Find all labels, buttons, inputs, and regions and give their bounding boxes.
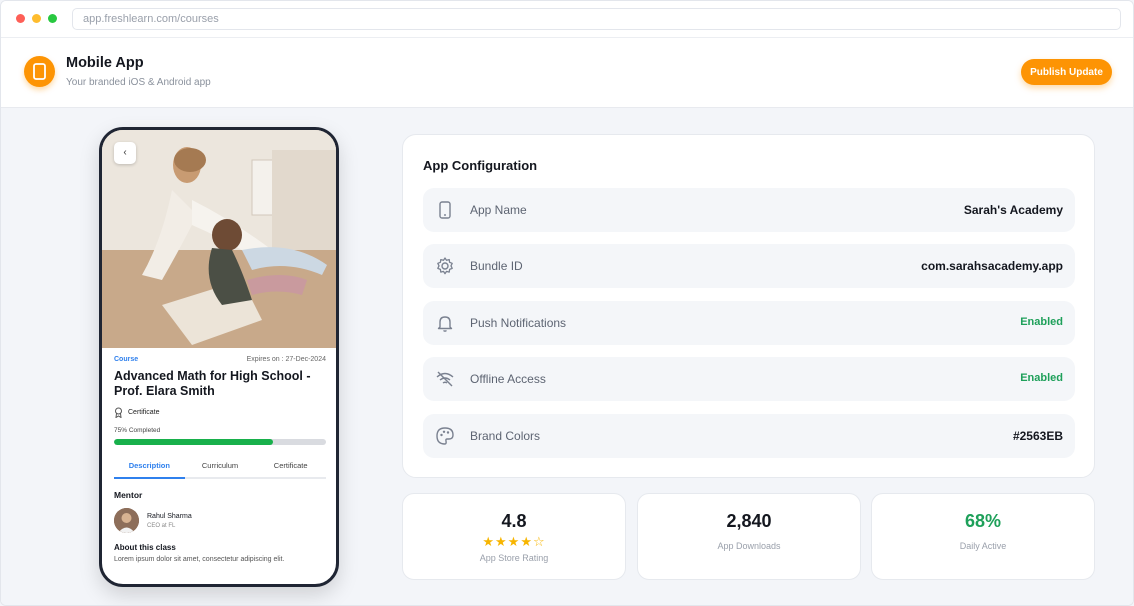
bell-icon (435, 313, 455, 333)
stat-card-rating: 4.8 ★★★★☆ App Store Rating (402, 493, 626, 580)
certificate-badge: Certificate (114, 407, 326, 418)
config-title: App Configuration (423, 158, 538, 173)
page-title: Mobile App (66, 55, 144, 71)
wifi-off-icon (435, 369, 455, 389)
avatar (114, 508, 139, 533)
config-row-brand-colors[interactable]: Brand Colors #2563EB (423, 414, 1075, 458)
certificate-label: Certificate (128, 409, 160, 416)
tab-curriculum[interactable]: Curriculum (185, 461, 256, 477)
config-value: Sarah's Academy (963, 203, 1063, 217)
browser-window: app.freshlearn.com/courses Mobile App Yo… (0, 0, 1134, 606)
config-value: com.sarahsacademy.app (921, 259, 1063, 273)
course-cover-image: ‹ (102, 130, 336, 348)
status-badge: Enabled (1020, 316, 1063, 328)
star-rating-icon: ★★★★☆ (482, 534, 546, 549)
config-label: App Name (470, 203, 527, 217)
downloads-value: 2,840 (726, 511, 772, 531)
mobile-app-icon (24, 56, 55, 87)
palette-icon (435, 426, 455, 446)
config-label: Brand Colors (470, 429, 541, 443)
phone-preview: ‹ Course Expires on : 27-Dec-2024 Advanc… (99, 127, 339, 587)
phone-icon (435, 200, 455, 220)
config-row-offline-access[interactable]: Offline Access Enabled (423, 357, 1075, 401)
about-heading: About this class (114, 543, 176, 552)
course-details: Course Expires on : 27-Dec-2024 Advanced… (114, 356, 326, 563)
downloads-caption: App Downloads (717, 541, 781, 551)
config-row-push-notifications[interactable]: Push Notifications Enabled (423, 301, 1075, 345)
gear-icon (435, 256, 455, 276)
tab-certificate[interactable]: Certificate (255, 461, 326, 477)
mentor-role: CEO at FL (147, 522, 176, 529)
maximize-window-dot[interactable] (48, 14, 57, 23)
tab-description[interactable]: Description (114, 461, 185, 479)
rating-caption: App Store Rating (479, 553, 549, 563)
mentor-heading: Mentor (114, 490, 143, 500)
stat-card-daily-active: 68% Daily Active (871, 493, 1095, 580)
daily-active-caption: Daily Active (959, 541, 1007, 551)
mentor-name: Rahul Sharma (147, 512, 192, 520)
app-configuration-card: App Configuration App Name Sarah's Acade… (402, 134, 1095, 478)
rating-value: 4.8 (501, 511, 527, 531)
about-text: Lorem ipsum dolor sit amet, consectetur … (114, 556, 285, 563)
expiry-date: Expires on : 27-Dec-2024 (246, 356, 326, 363)
browser-chrome: app.freshlearn.com/courses (1, 1, 1133, 38)
publish-update-button[interactable]: Publish Update (1021, 59, 1112, 85)
page-header: Mobile App Your branded iOS & Android ap… (1, 38, 1133, 108)
config-value: #2563EB (1012, 429, 1063, 443)
page-subtitle: Your branded iOS & Android app (66, 77, 211, 88)
main-content: ‹ Course Expires on : 27-Dec-2024 Advanc… (1, 108, 1133, 605)
daily-active-value: 68% (964, 511, 1002, 531)
close-window-dot[interactable] (16, 14, 25, 23)
config-row-app-name[interactable]: App Name Sarah's Academy (423, 188, 1075, 232)
status-badge: Enabled (1020, 372, 1063, 384)
address-bar[interactable]: app.freshlearn.com/courses (72, 8, 1121, 30)
course-tabs: Description Curriculum Certificate (114, 461, 326, 479)
config-label: Push Notifications (470, 316, 567, 330)
mentor-card: Rahul Sharma CEO at FL (114, 508, 326, 533)
config-label: Offline Access (470, 372, 546, 386)
back-button[interactable]: ‹ (114, 142, 136, 164)
minimize-window-dot[interactable] (32, 14, 41, 23)
course-title: Advanced Math for High School - Prof. El… (114, 369, 311, 398)
progress-bar (114, 439, 326, 445)
stat-card-downloads: 2,840 App Downloads (637, 493, 861, 580)
progress-bar-fill (114, 439, 273, 445)
config-row-bundle-id[interactable]: Bundle ID com.sarahsacademy.app (423, 244, 1075, 288)
config-label: Bundle ID (470, 259, 523, 273)
progress-label: 75% Completed (114, 427, 161, 434)
award-icon (115, 407, 122, 418)
